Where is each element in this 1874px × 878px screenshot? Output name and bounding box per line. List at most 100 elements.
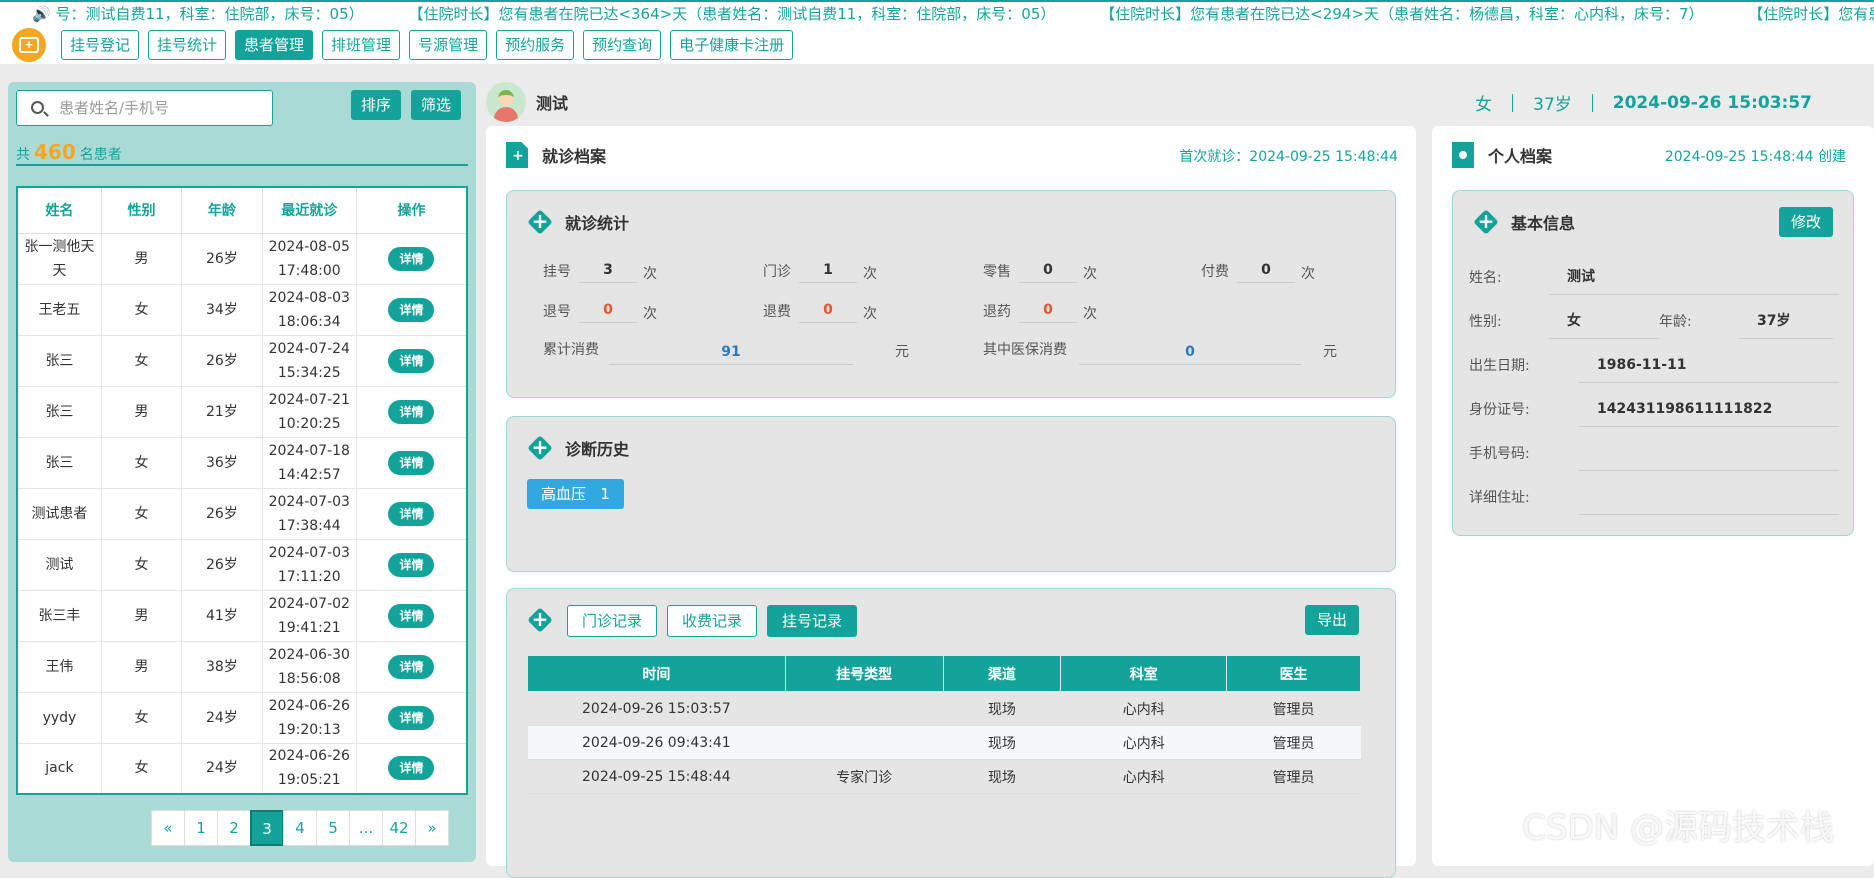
column-header: 姓名 [16, 186, 102, 234]
speaker-icon: 🔊 [32, 5, 51, 23]
patient-cell-age: 24岁 [181, 691, 263, 744]
page-button[interactable]: 5 [316, 810, 350, 846]
detail-button[interactable]: 详情 [388, 450, 435, 475]
field-id-value: 142431198611111822 [1579, 391, 1839, 427]
detail-button[interactable]: 详情 [388, 348, 435, 373]
reg-cell-time: 2024-09-25 15:48:44 [527, 759, 786, 794]
nav-item[interactable]: 挂号统计 [148, 30, 227, 60]
patient-cell-sex: 男 [100, 385, 183, 438]
stat-tuihao-value: 0 [579, 297, 637, 323]
patient-cell-last-visit: 2024-07-02 19:41:21 [261, 589, 357, 642]
reg-cell-doctor: 管理员 [1226, 725, 1361, 760]
page-button[interactable]: 4 [283, 810, 317, 846]
id-badge-icon [1452, 142, 1474, 168]
app-logo-icon: + [12, 28, 46, 62]
sort-button[interactable]: 排序 [351, 90, 402, 120]
table-row: 张三男 21岁 2024-07-21 10:20:25 详情 [16, 385, 468, 438]
patient-cell-age: 26岁 [181, 334, 263, 387]
table-row: 张三女 36岁 2024-07-18 14:42:57 详情 [16, 436, 468, 489]
nav-item[interactable]: 预约查询 [583, 30, 662, 60]
patient-sex: 女 [1475, 95, 1493, 115]
nav-item[interactable]: 挂号登记 [61, 30, 140, 60]
patient-cell-age: 26岁 [181, 538, 263, 591]
diagnosis-tag[interactable]: 高血压 1 [527, 479, 624, 509]
filter-button[interactable]: 筛选 [411, 90, 462, 120]
patient-count-number: 460 [34, 140, 76, 164]
detail-button[interactable]: 详情 [388, 603, 435, 628]
nav-item[interactable]: 患者管理 [235, 30, 314, 60]
reg-cell-type: 专家门诊 [785, 759, 944, 794]
patient-cell-last-visit: 2024-06-30 18:56:08 [261, 640, 357, 693]
table-row: 测试女 26岁 2024-07-03 17:11:20 详情 [16, 538, 468, 591]
reg-cell-channel: 现场 [943, 725, 1061, 760]
ticker-message: 【住院时长】您有患者在院 [1748, 5, 1874, 23]
detail-button[interactable]: 详情 [388, 756, 435, 781]
patient-cell-sex: 女 [100, 742, 183, 795]
visit-stats-title: 就诊统计 [565, 214, 630, 233]
nav-item[interactable]: 号源管理 [409, 30, 488, 60]
table-row: yydy 女 24岁 2024-06-26 19:20:13 详情 [16, 691, 468, 744]
edit-button[interactable]: 修改 [1778, 207, 1833, 237]
plus-diamond-icon [527, 434, 553, 461]
detail-button[interactable]: 详情 [388, 501, 435, 526]
patient-cell-name: 张三丰 [16, 589, 102, 642]
detail-button[interactable]: 详情 [388, 654, 435, 679]
medical-record-icon [506, 142, 528, 168]
patient-cell-age: 36岁 [181, 436, 263, 489]
patient-cell-action: 详情 [355, 385, 468, 438]
table-row: 2024-09-26 15:03:57 现场 心内科 管理员 [527, 691, 1361, 726]
patient-cell-name: 张三 [16, 334, 102, 387]
patient-cell-name: jack [16, 742, 102, 795]
detail-button[interactable]: 详情 [388, 552, 435, 577]
reg-cell-dept: 心内科 [1060, 725, 1227, 760]
page-button[interactable]: 2 [217, 810, 251, 846]
column-header: 医生 [1226, 655, 1361, 692]
field-phone: 手机号码: [1469, 443, 1839, 471]
table-row: 2024-09-25 15:48:44 专家门诊 现场 心内科 管理员 [527, 759, 1361, 794]
reg-cell-dept: 心内科 [1060, 691, 1227, 726]
page-button[interactable]: 1 [184, 810, 218, 846]
table-row: 张一测他天天男 26岁 2024-08-05 17:48:00 详情 [16, 232, 468, 285]
patient-cell-name: 测试患者 [16, 487, 102, 540]
basic-info-section: 基本信息 修改 姓名: 测试 性别: 女 年龄: 37岁 出生日期: 1986-… [1452, 190, 1854, 536]
patient-avatar [486, 82, 526, 122]
search-box[interactable] [16, 90, 273, 126]
patient-cell-action: 详情 [355, 283, 468, 336]
search-input[interactable] [59, 97, 264, 119]
patient-cell-name: 王老五 [16, 283, 102, 336]
patient-cell-sex: 女 [100, 436, 183, 489]
reg-cell-doctor: 管理员 [1226, 759, 1361, 794]
tab-charge-records[interactable]: 收费记录 [667, 605, 758, 637]
detail-button[interactable]: 详情 [388, 246, 435, 271]
detail-button[interactable]: 详情 [388, 705, 435, 730]
stat-tuifei-value: 0 [799, 297, 857, 323]
reg-cell-channel: 现场 [943, 691, 1061, 726]
column-header: 年龄 [181, 186, 263, 234]
detail-button[interactable]: 详情 [388, 297, 435, 322]
tab-registration-records[interactable]: 挂号记录 [767, 605, 858, 637]
patient-cell-last-visit: 2024-08-05 17:48:00 [261, 232, 357, 285]
patient-cell-action: 详情 [355, 232, 468, 285]
patient-cell-action: 详情 [355, 538, 468, 591]
visit-stats-section: 就诊统计 挂号 3 次 门诊 1 次 零售 0 次 付费 0 次 退号 0 次 [506, 190, 1396, 398]
nav-item[interactable]: 排班管理 [322, 30, 401, 60]
page-button[interactable]: 3 [250, 810, 284, 846]
first-visit-time: 首次就诊：2024-09-25 15:48:44 [1179, 149, 1398, 165]
ticker-message: 【住院时长】您有患者在院已达<364>天（患者姓名：测试自费11，科室：住院部，… [408, 5, 1056, 23]
nav-item[interactable]: 电子健康卡注册 [670, 30, 794, 60]
nav-item[interactable]: 预约服务 [496, 30, 575, 60]
page-button[interactable]: ... [349, 810, 383, 846]
patient-cell-action: 详情 [355, 436, 468, 489]
page-button[interactable]: « [151, 810, 185, 846]
stat-tuiyao: 退药 0 次 [983, 301, 1097, 323]
tab-outpatient-records[interactable]: 门诊记录 [567, 605, 658, 637]
export-button[interactable]: 导出 [1304, 605, 1359, 635]
patient-cell-sex: 女 [100, 334, 183, 387]
detail-button[interactable]: 详情 [388, 399, 435, 424]
page-button[interactable]: » [415, 810, 449, 846]
page-button[interactable]: 42 [382, 810, 416, 846]
reg-cell-dept: 心内科 [1060, 759, 1227, 794]
patient-cell-last-visit: 2024-08-03 18:06:34 [261, 283, 357, 336]
table-row: 王伟男 38岁 2024-06-30 18:56:08 详情 [16, 640, 468, 693]
table-row: jack 女 24岁 2024-06-26 19:05:21 详情 [16, 742, 468, 795]
